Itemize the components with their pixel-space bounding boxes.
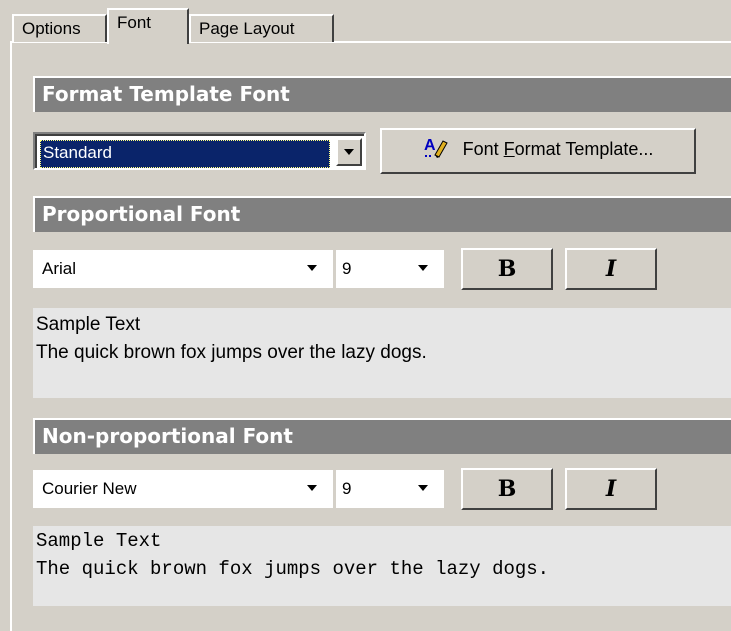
tab-font[interactable]: Font bbox=[107, 8, 189, 44]
tab-font-label: Font bbox=[117, 13, 152, 32]
format-template-select[interactable]: Standard bbox=[33, 132, 366, 170]
chevron-down-icon bbox=[418, 485, 428, 491]
tab-page-layout-label: Page Layout bbox=[199, 19, 295, 38]
chevron-down-icon bbox=[418, 265, 428, 271]
proportional-sample-title: Sample Text bbox=[36, 314, 141, 335]
tab-page-layout[interactable]: Page Layout bbox=[189, 14, 334, 42]
non-proportional-sample-text: The quick brown fox jumps over the lazy … bbox=[36, 558, 550, 580]
non-proportional-size-select[interactable]: 9 bbox=[336, 470, 444, 508]
proportional-font-value: Arial bbox=[42, 259, 77, 278]
proportional-font-header: Proportional Font bbox=[33, 196, 731, 232]
font-format-template-label: Font Format Template... bbox=[463, 139, 654, 159]
format-template-value: Standard bbox=[40, 140, 330, 168]
label-prefix: Font bbox=[462, 139, 504, 159]
non-proportional-font-header: Non-proportional Font bbox=[33, 418, 731, 454]
chevron-down-icon bbox=[307, 265, 317, 271]
proportional-sample-text: The quick brown fox jumps over the lazy … bbox=[36, 342, 427, 363]
bold-icon: B bbox=[497, 476, 517, 502]
non-proportional-sample-area: Sample Text The quick brown fox jumps ov… bbox=[33, 526, 731, 606]
non-proportional-font-value: Courier New bbox=[42, 479, 137, 498]
proportional-font-select[interactable]: Arial bbox=[33, 250, 333, 288]
non-proportional-font-header-label: Non-proportional Font bbox=[42, 424, 293, 448]
proportional-italic-button[interactable]: I bbox=[565, 248, 657, 290]
label-suffix: ormat Template... bbox=[514, 139, 654, 159]
tab-options[interactable]: Options bbox=[12, 14, 107, 42]
non-proportional-font-dropdown-button[interactable] bbox=[301, 476, 327, 504]
proportional-bold-button[interactable]: B bbox=[461, 248, 553, 290]
font-settings-page: Options Font Page Layout Format Template… bbox=[0, 0, 731, 631]
svg-text:A: A bbox=[424, 137, 436, 154]
italic-icon: I bbox=[605, 476, 617, 502]
format-template-header-label: Format Template Font bbox=[42, 82, 290, 106]
format-template-dropdown-button[interactable] bbox=[336, 138, 362, 166]
non-proportional-size-dropdown-button[interactable] bbox=[412, 476, 438, 504]
label-accelerator: F bbox=[503, 139, 515, 159]
combo-border: Standard bbox=[35, 134, 364, 168]
non-proportional-font-select[interactable]: Courier New bbox=[33, 470, 333, 508]
format-template-header: Format Template Font bbox=[33, 76, 731, 112]
chevron-down-icon bbox=[344, 149, 354, 155]
non-proportional-bold-button[interactable]: B bbox=[461, 468, 553, 510]
font-format-template-button[interactable]: A Font Format Template... bbox=[380, 128, 696, 174]
tab-options-label: Options bbox=[22, 19, 81, 38]
font-format-icon: A bbox=[423, 134, 449, 158]
proportional-font-dropdown-button[interactable] bbox=[301, 256, 327, 284]
bold-icon: B bbox=[497, 256, 517, 282]
proportional-sample-area: Sample Text The quick brown fox jumps ov… bbox=[33, 308, 731, 398]
non-proportional-size-value: 9 bbox=[342, 479, 352, 498]
chevron-down-icon bbox=[307, 485, 317, 491]
non-proportional-italic-button[interactable]: I bbox=[565, 468, 657, 510]
non-proportional-sample-title: Sample Text bbox=[36, 530, 162, 552]
proportional-size-dropdown-button[interactable] bbox=[412, 256, 438, 284]
italic-icon: I bbox=[605, 256, 617, 282]
proportional-size-select[interactable]: 9 bbox=[336, 250, 444, 288]
proportional-font-header-label: Proportional Font bbox=[42, 202, 241, 226]
proportional-size-value: 9 bbox=[342, 259, 352, 278]
